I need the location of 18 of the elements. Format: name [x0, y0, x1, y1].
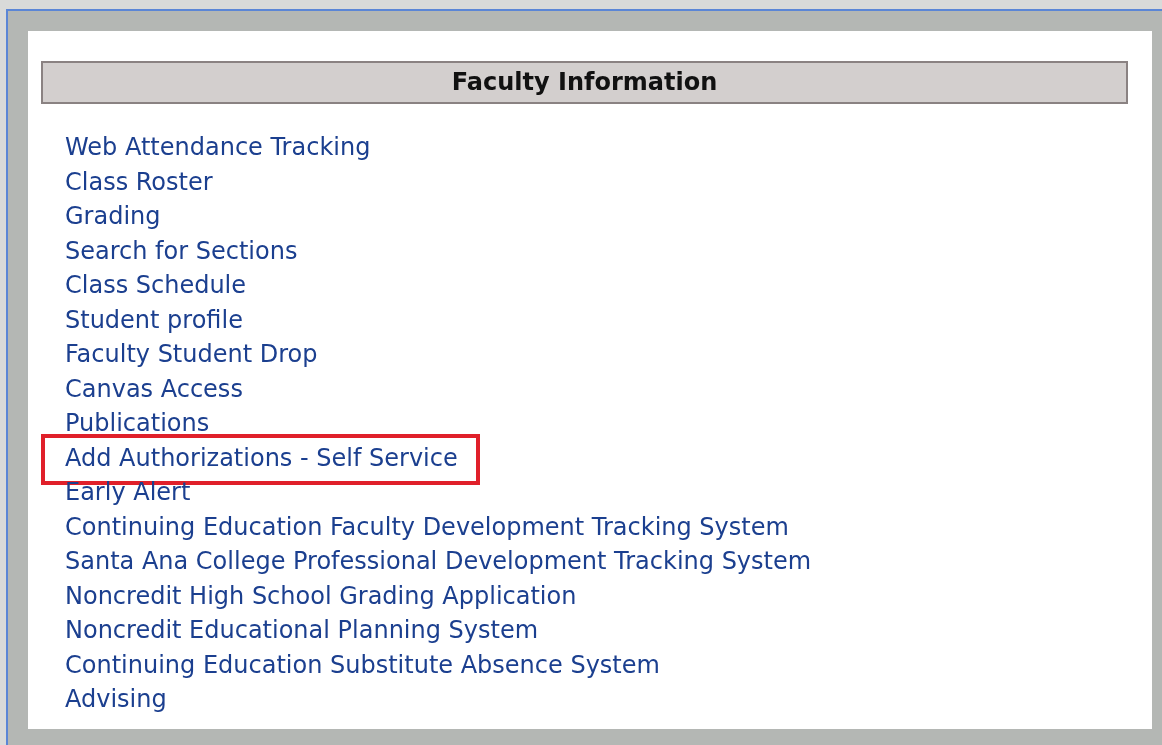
menu-link[interactable]: Early Alert	[65, 475, 191, 510]
menu-link[interactable]: Advising	[65, 682, 167, 717]
menu-link[interactable]: Class Schedule	[65, 268, 247, 303]
menu-link[interactable]: Class Roster	[65, 164, 213, 199]
menu-link[interactable]: Canvas Access	[65, 371, 243, 406]
menu-link[interactable]: Search for Sections	[65, 233, 298, 268]
menu-link[interactable]: Grading	[65, 199, 161, 234]
menu-link[interactable]: Web Attendance Tracking	[65, 130, 371, 165]
menu-link[interactable]: Continuing Education Substitute Absence System	[65, 647, 660, 682]
section-header: Faculty Information	[41, 61, 1128, 104]
menu-link[interactable]: Publications	[65, 406, 210, 441]
menu-link[interactable]: Noncredit High School Grading Application	[65, 578, 577, 613]
menu-link[interactable]: Add Authorizations - Self Service	[65, 440, 458, 475]
menu-link[interactable]: Noncredit Educational Planning System	[65, 613, 539, 648]
menu-link[interactable]: Student profile	[65, 302, 243, 337]
menu-link[interactable]: Santa Ana College Professional Development Tracking System	[65, 544, 812, 579]
menu-link[interactable]: Faculty Student Drop	[65, 337, 318, 372]
menu-link[interactable]: Continuing Education Faculty Development Tracking System	[65, 509, 789, 544]
